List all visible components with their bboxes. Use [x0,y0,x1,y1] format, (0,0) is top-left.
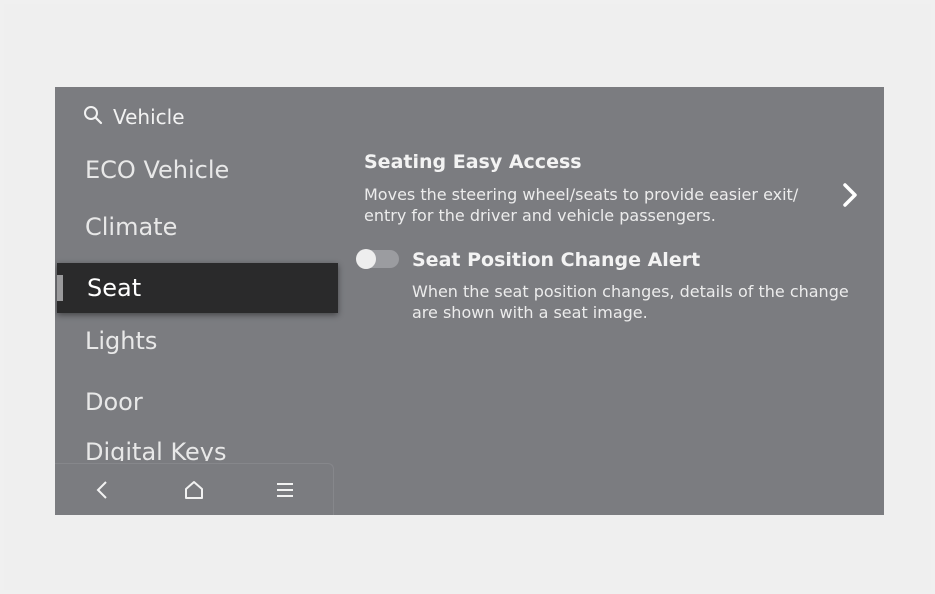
bottom-navbar [55,463,334,515]
sidebar-item-door[interactable]: Door [55,377,340,427]
option-title: Seat Position Change Alert [412,249,701,271]
sidebar-item-seat[interactable]: Seat [57,263,338,313]
menu-icon [277,483,293,497]
option-title: Seating Easy Access [364,151,582,173]
settings-screen: Vehicle ECO Vehicle Climate Seat Lights … [55,87,884,515]
back-button[interactable] [89,476,117,504]
sidebar-menu: ECO Vehicle Climate Seat Lights Door Dig… [55,145,340,465]
option-description-line1: When the seat position changes, details … [412,282,849,301]
seat-alert-toggle[interactable] [356,249,399,269]
sidebar-item-label: Digital Keys [85,438,227,461]
settings-content: Seating Easy Access Moves the steering w… [356,87,884,515]
back-icon [96,481,107,499]
sidebar-item-climate[interactable]: Climate [55,202,340,252]
menu-button[interactable] [271,476,299,504]
home-icon [185,481,203,499]
search-icon [83,105,103,130]
option-description-line1: Moves the steering wheel/seats to provid… [364,185,799,204]
option-description-line2: are shown with a seat image. [412,303,648,322]
toggle-knob [356,249,376,269]
chevron-right-icon[interactable] [840,182,860,208]
sidebar-item-lights[interactable]: Lights [55,316,340,366]
sidebar-item-digital-keys[interactable]: Digital Keys [55,437,340,461]
search-bar[interactable]: Vehicle [83,102,185,132]
option-description-line2: entry for the driver and vehicle passeng… [364,206,716,225]
sidebar-item-eco-vehicle[interactable]: ECO Vehicle [55,145,340,195]
search-label: Vehicle [113,105,185,129]
home-button[interactable] [180,476,208,504]
